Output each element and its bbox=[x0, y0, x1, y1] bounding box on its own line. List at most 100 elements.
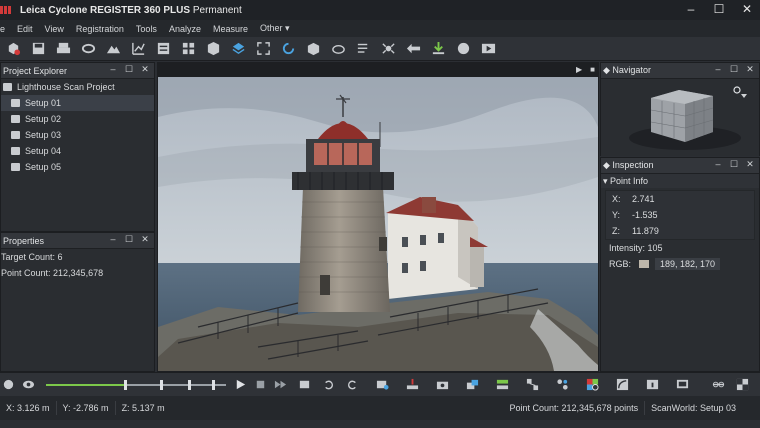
panel-float-icon[interactable]: ☐ bbox=[729, 64, 739, 75]
panel-float-icon[interactable]: ☐ bbox=[124, 234, 134, 245]
timeline-keyframe[interactable] bbox=[212, 379, 215, 390]
sphere-icon[interactable] bbox=[452, 39, 474, 59]
print-icon[interactable] bbox=[52, 39, 74, 59]
leica-logo bbox=[0, 6, 14, 14]
viewport-expand-icon[interactable]: ▶ bbox=[576, 65, 582, 74]
chart-icon[interactable] bbox=[127, 39, 149, 59]
navigator-view[interactable] bbox=[601, 80, 759, 156]
redo-icon[interactable] bbox=[344, 377, 360, 393]
network-icon[interactable] bbox=[524, 377, 540, 393]
box-icon[interactable] bbox=[302, 39, 324, 59]
panel-close-icon[interactable]: ✕ bbox=[140, 64, 150, 75]
timeline-progress bbox=[46, 383, 125, 386]
minimize-button[interactable]: – bbox=[684, 2, 698, 16]
properties-panel: Properties – ☐ ✕ Target Count: 6 Point C… bbox=[0, 232, 155, 372]
save-icon[interactable] bbox=[27, 39, 49, 59]
point-cloud-scene bbox=[158, 77, 598, 371]
project-name: Lighthouse Scan Project bbox=[17, 82, 115, 92]
play-icon[interactable] bbox=[477, 39, 499, 59]
checker-icon[interactable] bbox=[734, 377, 750, 393]
setup-item[interactable]: Setup 04 bbox=[1, 143, 154, 159]
screen-icon[interactable] bbox=[674, 377, 690, 393]
project-explorer-title: Project Explorer bbox=[3, 65, 68, 76]
menu-view[interactable]: View bbox=[39, 24, 70, 34]
nav-cube-icon[interactable] bbox=[601, 80, 760, 156]
project-icon bbox=[3, 83, 12, 91]
menu-edit[interactable]: Edit bbox=[11, 24, 39, 34]
panel-close-icon[interactable]: ✕ bbox=[140, 234, 150, 245]
close-button[interactable]: ✕ bbox=[740, 2, 754, 16]
menu-file[interactable]: e bbox=[0, 24, 11, 34]
list-edit-icon[interactable] bbox=[352, 39, 374, 59]
point-count: Point Count: 212,345,678 bbox=[1, 268, 104, 278]
setup-icon bbox=[11, 131, 20, 139]
project-node[interactable]: Lighthouse Scan Project bbox=[1, 79, 154, 95]
timeline-keyframe[interactable] bbox=[188, 379, 191, 390]
add-setup-icon[interactable] bbox=[2, 39, 24, 59]
panel-close-icon[interactable]: ✕ bbox=[745, 159, 755, 170]
point-info-header[interactable]: ▾ Point Info bbox=[601, 174, 759, 188]
menu-tools[interactable]: Tools bbox=[130, 24, 163, 34]
timeline-handle[interactable] bbox=[124, 379, 127, 390]
play-button-icon[interactable] bbox=[232, 377, 248, 393]
fast-forward-icon[interactable] bbox=[272, 377, 288, 393]
menu-measure[interactable]: Measure bbox=[207, 24, 254, 34]
rotate-icon[interactable] bbox=[277, 39, 299, 59]
panel-minimize-icon[interactable]: – bbox=[713, 64, 723, 75]
setup-item[interactable]: Setup 05 bbox=[1, 159, 154, 175]
share-icon[interactable] bbox=[464, 377, 480, 393]
timeline-slider[interactable] bbox=[46, 379, 226, 391]
rss-icon[interactable] bbox=[614, 377, 630, 393]
menu-registration[interactable]: Registration bbox=[70, 24, 130, 34]
mountain-icon[interactable] bbox=[102, 39, 124, 59]
fit-icon[interactable] bbox=[252, 39, 274, 59]
linked-icon[interactable] bbox=[710, 377, 726, 393]
panel-float-icon[interactable]: ☐ bbox=[124, 64, 134, 75]
timeline-remaining bbox=[125, 383, 226, 386]
camera-icon[interactable] bbox=[434, 377, 450, 393]
viewport-pin-icon[interactable]: ■ bbox=[590, 65, 595, 74]
rgb-label: RGB: bbox=[609, 259, 632, 269]
stop-icon[interactable] bbox=[252, 377, 268, 393]
info-panel-icon[interactable] bbox=[644, 377, 660, 393]
zoom-region-icon[interactable] bbox=[374, 377, 390, 393]
menu-analyze[interactable]: Analyze bbox=[163, 24, 207, 34]
panel-minimize-icon[interactable]: – bbox=[713, 159, 723, 170]
app-window: Leica Cyclone REGISTER 360 PLUS Permanen… bbox=[0, 0, 760, 428]
maximize-button[interactable]: ☐ bbox=[712, 2, 726, 16]
layers-icon[interactable] bbox=[227, 39, 249, 59]
report-icon[interactable] bbox=[152, 39, 174, 59]
menu-other[interactable]: Other ▾ bbox=[254, 23, 296, 34]
title-license: Permanent bbox=[192, 4, 242, 16]
y-label: Y: bbox=[612, 210, 621, 220]
setup-item[interactable]: Setup 03 bbox=[1, 127, 154, 143]
eye-icon[interactable] bbox=[20, 377, 36, 393]
3d-viewport[interactable]: ▶ ■ bbox=[157, 62, 599, 372]
sync-icon[interactable] bbox=[296, 377, 312, 393]
x-label: X: bbox=[612, 194, 621, 204]
status-y: Y: -2.786 m bbox=[57, 401, 116, 415]
undo-icon[interactable] bbox=[320, 377, 336, 393]
rgb-value: 189, 182, 170 bbox=[655, 258, 721, 270]
record-icon[interactable] bbox=[0, 377, 16, 393]
rgb-swatch bbox=[639, 260, 650, 268]
setup-item[interactable]: Setup 01 bbox=[1, 95, 154, 111]
color-map-icon[interactable] bbox=[584, 377, 600, 393]
download-icon[interactable] bbox=[427, 39, 449, 59]
panel-close-icon[interactable]: ✕ bbox=[745, 64, 755, 75]
cloud-icon[interactable] bbox=[327, 39, 349, 59]
arrow-icon[interactable] bbox=[402, 39, 424, 59]
align-icon[interactable] bbox=[494, 377, 510, 393]
setup-item[interactable]: Setup 02 bbox=[1, 111, 154, 127]
cluster-icon[interactable] bbox=[554, 377, 570, 393]
panel-float-icon[interactable]: ☐ bbox=[729, 159, 739, 170]
panel-minimize-icon[interactable]: – bbox=[108, 234, 118, 245]
target-icon[interactable] bbox=[404, 377, 420, 393]
link-icon[interactable] bbox=[77, 39, 99, 59]
cube-icon[interactable] bbox=[202, 39, 224, 59]
grid-icon[interactable] bbox=[177, 39, 199, 59]
timeline-keyframe[interactable] bbox=[160, 379, 163, 390]
setup-icon bbox=[11, 147, 20, 155]
panel-minimize-icon[interactable]: – bbox=[108, 64, 118, 75]
bug-icon[interactable] bbox=[377, 39, 399, 59]
